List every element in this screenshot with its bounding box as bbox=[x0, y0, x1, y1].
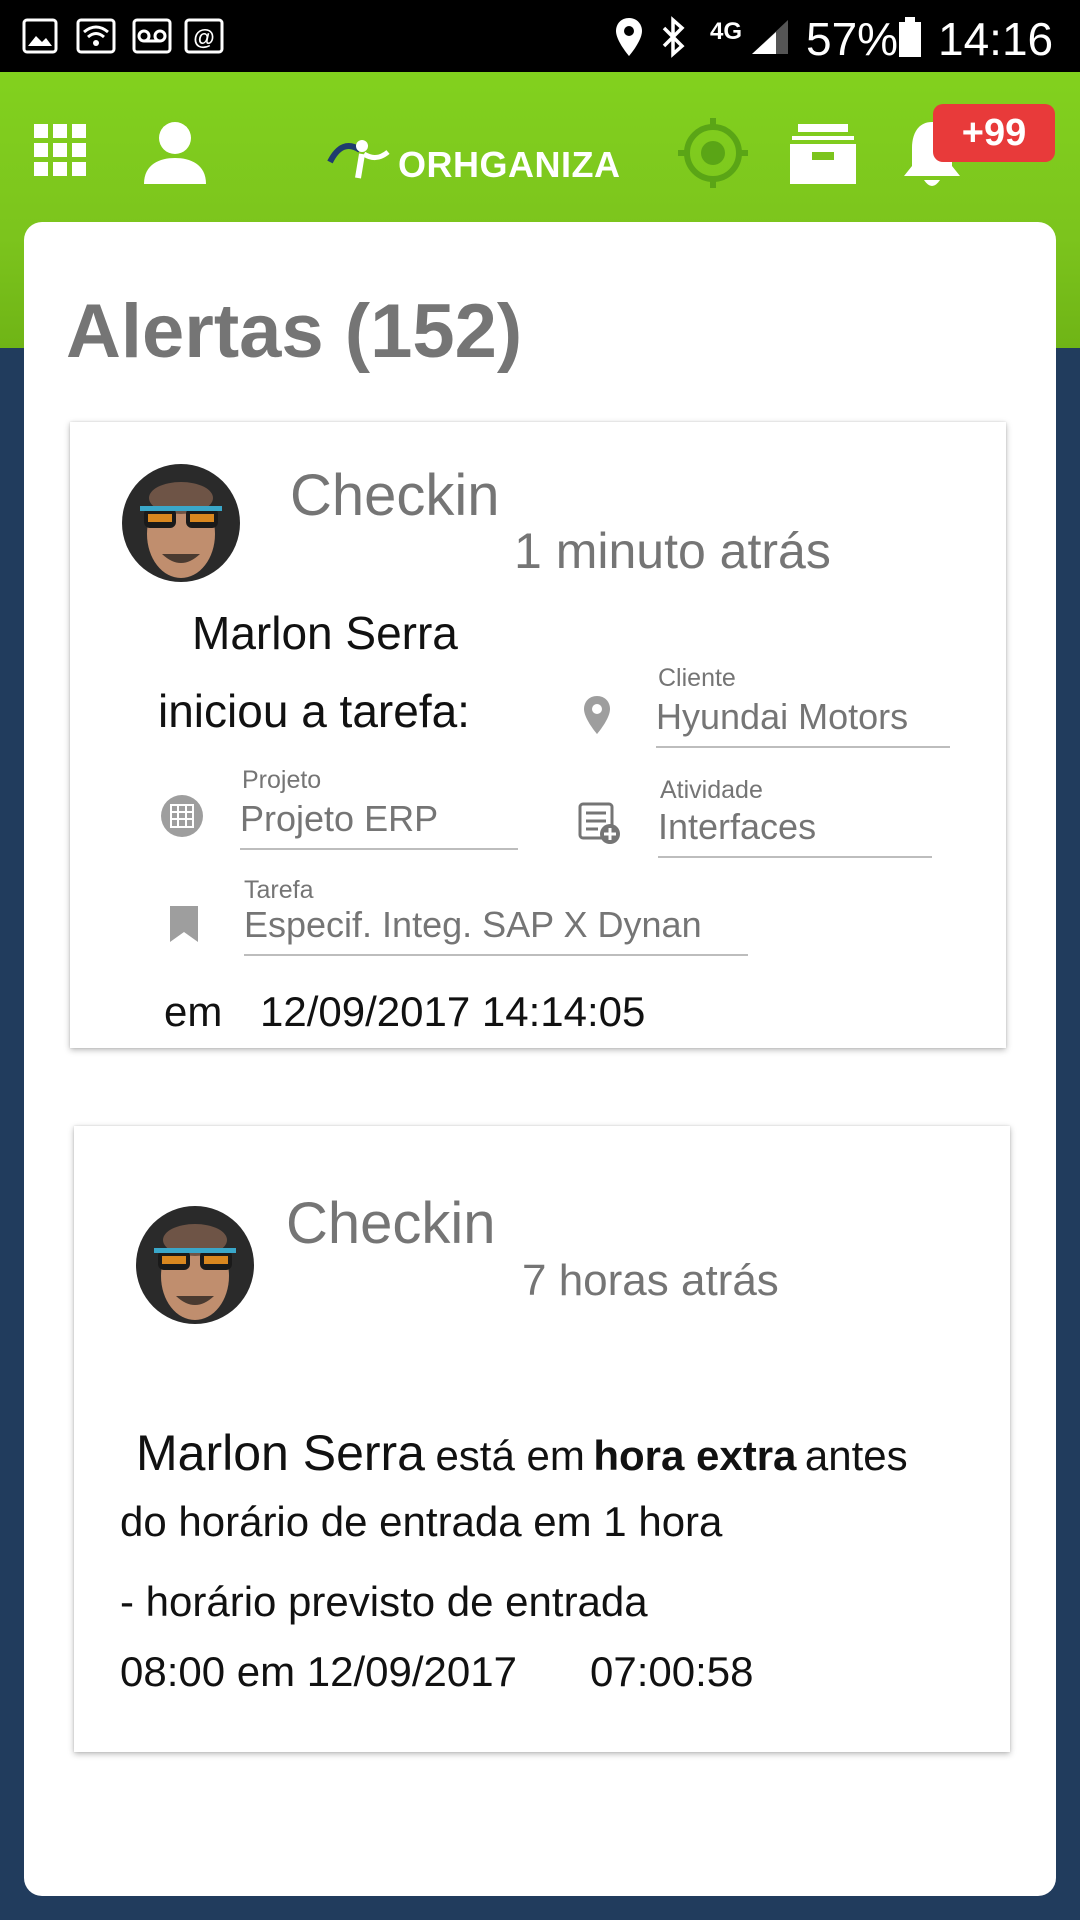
alert-message-line1: Marlon Serra está em hora extra antes bbox=[136, 1424, 908, 1482]
network-type: 4G bbox=[710, 18, 743, 45]
alert-time-ago: 7 horas atrás bbox=[522, 1256, 779, 1305]
user-photo-icon bbox=[122, 464, 240, 582]
wifi-icon bbox=[76, 18, 116, 54]
avatar bbox=[136, 1206, 254, 1324]
alert-type: Checkin bbox=[290, 463, 500, 528]
project-icon bbox=[161, 795, 203, 837]
svg-text:@: @ bbox=[193, 25, 214, 50]
alert-message-line3: - horário previsto de entrada bbox=[120, 1578, 648, 1625]
logo-text: ORHGANIZA bbox=[398, 144, 621, 185]
user-name: Marlon Serra bbox=[136, 1425, 425, 1481]
page-title: Alertas (152) bbox=[66, 289, 523, 374]
field-tarefa[interactable]: Especif. Integ. SAP X Dynan bbox=[244, 904, 748, 956]
field-projeto[interactable]: Projeto ERP bbox=[240, 798, 518, 850]
field-label-cliente: Cliente bbox=[658, 664, 736, 692]
battery-percent: 57% bbox=[806, 13, 899, 65]
alert-time-ago: 1 minuto atrás bbox=[514, 523, 831, 579]
user-photo-icon bbox=[136, 1206, 254, 1324]
clock: 14:16 bbox=[938, 13, 1054, 65]
field-atividade[interactable]: Interfaces bbox=[658, 806, 932, 858]
activity-add-icon bbox=[578, 802, 620, 844]
signal-icon bbox=[752, 20, 788, 54]
logo-figure-icon bbox=[327, 140, 390, 179]
message-emphasis: hora extra bbox=[593, 1432, 797, 1479]
action-text: iniciou a tarefa: bbox=[158, 685, 470, 737]
em-label: em bbox=[164, 988, 223, 1035]
app-logo: ORHGANIZA bbox=[326, 132, 620, 192]
message-text: antes bbox=[804, 1432, 908, 1479]
location-pin-icon bbox=[584, 696, 610, 734]
alert-message-line2: do horário de entrada em 1 hora bbox=[120, 1498, 723, 1545]
alert-card[interactable]: Checkin 1 minuto atrás Marlon Serra inic… bbox=[70, 422, 1006, 1048]
alert-type: Checkin bbox=[286, 1191, 496, 1256]
field-cliente[interactable]: Hyundai Motors bbox=[656, 696, 950, 748]
bookmark-icon bbox=[170, 906, 198, 942]
alert-message-line4: 08:00 em 12/09/2017 bbox=[120, 1648, 517, 1695]
alert-card[interactable]: Checkin 7 horas atrás Marlon Serra está … bbox=[74, 1126, 1010, 1752]
alert-datetime: 12/09/2017 14:14:05 bbox=[260, 988, 646, 1035]
status-bar: @ 4G 57% 14:16 bbox=[0, 0, 1080, 72]
email-icon: @ bbox=[184, 18, 224, 54]
gallery-icon bbox=[22, 18, 58, 54]
field-label-tarefa: Tarefa bbox=[244, 876, 314, 904]
bluetooth-icon bbox=[662, 16, 685, 58]
user-name: Marlon Serra bbox=[192, 607, 458, 659]
field-label-atividade: Atividade bbox=[660, 776, 763, 804]
alert-time: 07:00:58 bbox=[590, 1648, 754, 1695]
field-label-projeto: Projeto bbox=[242, 766, 322, 794]
target-icon[interactable] bbox=[676, 116, 750, 190]
apps-grid-icon[interactable] bbox=[32, 122, 88, 178]
battery-icon bbox=[899, 17, 921, 57]
person-icon[interactable] bbox=[142, 120, 208, 186]
voicemail-icon bbox=[132, 18, 172, 54]
message-text: está em bbox=[435, 1432, 585, 1479]
location-icon bbox=[616, 18, 642, 56]
inbox-icon[interactable] bbox=[788, 122, 858, 186]
avatar bbox=[122, 464, 240, 582]
notification-badge[interactable]: +99 bbox=[933, 104, 1055, 162]
